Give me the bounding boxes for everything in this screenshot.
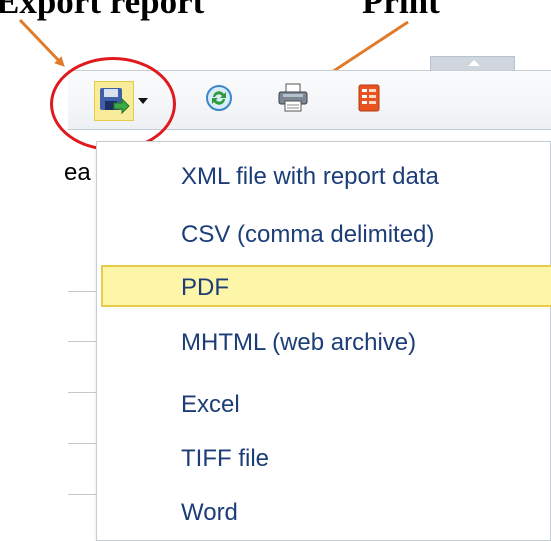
refresh-icon	[206, 85, 232, 111]
export-highlight-circle	[50, 57, 176, 151]
menu-item-xml[interactable]: XML file with report data	[101, 156, 551, 198]
truncated-page-text: ea	[64, 159, 91, 186]
menu-item-excel[interactable]: Excel	[101, 384, 551, 426]
menu-item-pdf[interactable]: PDF	[101, 265, 551, 307]
printer-icon	[278, 83, 308, 112]
menu-item-tiff[interactable]: TIFF file	[101, 438, 551, 480]
report-icon	[358, 84, 380, 112]
collapse-toolbar-tab[interactable]	[430, 56, 515, 71]
export-arrow	[18, 18, 65, 67]
print-button[interactable]	[278, 83, 308, 118]
export-format-menu: XML file with report data CSV (comma del…	[96, 141, 551, 541]
menu-item-word[interactable]: Word	[101, 492, 551, 534]
menu-item-csv[interactable]: CSV (comma delimited)	[101, 214, 551, 256]
report-button[interactable]	[358, 84, 380, 117]
menu-item-mhtml[interactable]: MHTML (web archive)	[101, 322, 551, 364]
refresh-button[interactable]	[205, 84, 233, 117]
